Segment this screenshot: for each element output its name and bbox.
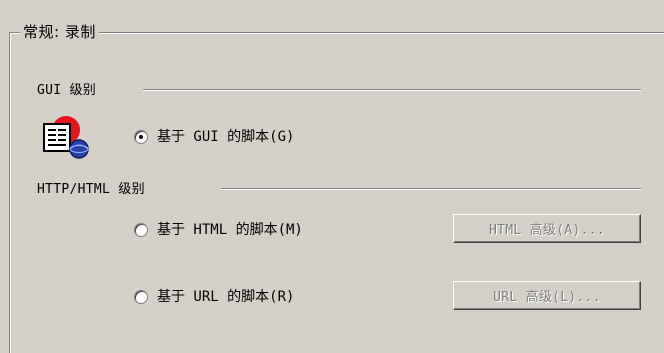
html-script-radio-button[interactable] (134, 223, 148, 237)
url-script-radio-label: 基于 URL 的脚本(R) (157, 289, 295, 305)
url-script-radio-button[interactable] (134, 290, 148, 304)
gui-script-radio[interactable]: 基于 GUI 的脚本(G) (134, 128, 294, 146)
gui-script-radio-button[interactable] (134, 130, 148, 144)
html-script-radio[interactable]: 基于 HTML 的脚本(M) (134, 221, 303, 239)
gui-separator (143, 89, 641, 91)
html-script-radio-label: 基于 HTML 的脚本(M) (157, 222, 303, 238)
html-advanced-button[interactable]: HTML 高级(A)... (453, 214, 641, 243)
gui-script-icon (43, 116, 89, 159)
gui-script-radio-label: 基于 GUI 的脚本(G) (157, 129, 295, 145)
url-script-radio[interactable]: 基于 URL 的脚本(R) (134, 288, 294, 306)
group-title: 常规: 录制 (20, 22, 99, 42)
http-html-level-label: HTTP/HTML 级别 (37, 182, 145, 197)
gui-level-label: GUI 级别 (37, 83, 97, 98)
http-html-separator (221, 188, 641, 190)
url-advanced-button[interactable]: URL 高级(L)... (453, 281, 641, 310)
